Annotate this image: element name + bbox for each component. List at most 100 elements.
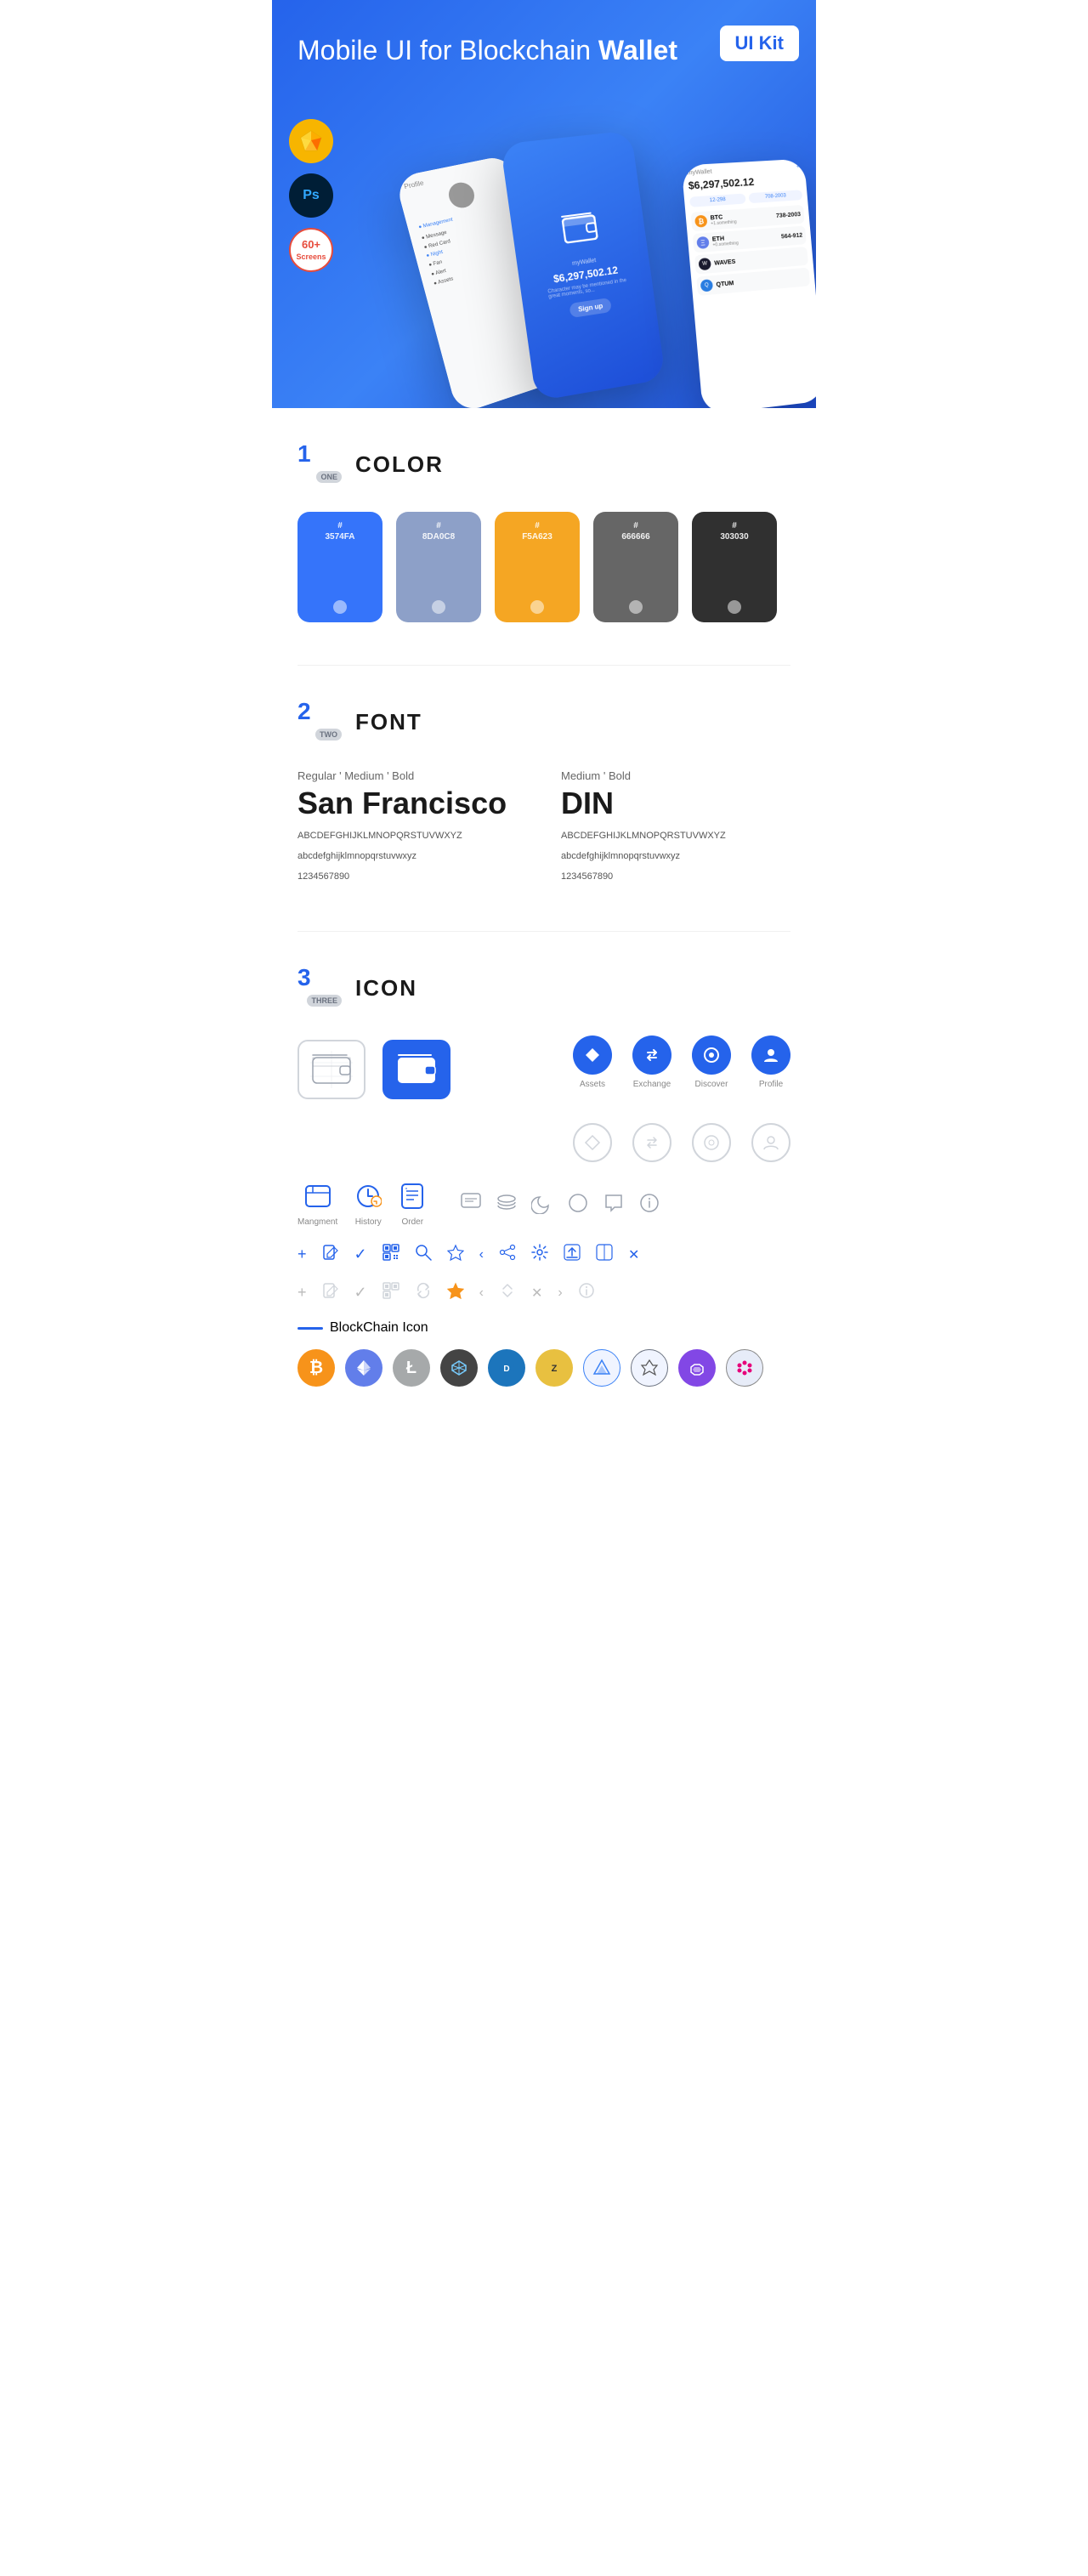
section-number-font: 2 TWO (298, 700, 342, 744)
wallet-icon-row: Assets Exchange Discover (298, 1036, 790, 1103)
assets-label: Assets (580, 1080, 605, 1089)
circle-icons-outline-row (298, 1123, 790, 1162)
info-icon-gray (578, 1282, 595, 1303)
share-icon (499, 1244, 516, 1265)
ps-badge: Ps (289, 173, 333, 218)
din-uppercase: ABCDEFGHIJKLMNOPQRSTUVWXYZ (561, 828, 790, 845)
management-icon (304, 1183, 332, 1214)
swatch-orange: #F5A623 (495, 512, 580, 622)
divider-2 (298, 931, 790, 932)
icon-section-title: ICON (355, 975, 417, 1001)
back-icon: ‹ (479, 1247, 484, 1262)
sf-lowercase: abcdefghijklmnopqrstuvwxyz (298, 848, 527, 865)
circle-icon (567, 1192, 589, 1218)
sf-font-name: San Francisco (298, 786, 527, 821)
blockchain-line (298, 1327, 323, 1330)
management-label: Mangment (298, 1217, 337, 1227)
order-icon (399, 1183, 426, 1214)
swatch-dark: #303030 (692, 512, 777, 622)
sketch-badge (289, 119, 333, 163)
polkadot-icon (726, 1349, 763, 1387)
hero-title-bold: Wallet (598, 35, 677, 65)
wallet-icon-filled (382, 1040, 450, 1099)
swatch-gray: #666666 (593, 512, 678, 622)
zcash-icon: Z (536, 1349, 573, 1387)
order-icon-item: Order (399, 1183, 426, 1227)
phone-mockups: Profile ● Management ● Message ● Red Car… (425, 136, 816, 408)
exchange-icon-outline-box (632, 1123, 672, 1162)
font-col-sf: Regular ' Medium ' Bold San Francisco AB… (298, 769, 527, 888)
profile-icon-outline-box (751, 1123, 790, 1162)
font-columns: Regular ' Medium ' Bold San Francisco AB… (298, 769, 790, 888)
nem-icon (440, 1349, 478, 1387)
star-icon (447, 1244, 464, 1265)
discover-icon (692, 1036, 731, 1075)
bitcoin-icon: ₿ (298, 1349, 335, 1387)
color-swatches: #3574FA #8DA0C8 #F5A623 #666666 #303030 (298, 512, 790, 622)
sf-style-label: Regular ' Medium ' Bold (298, 769, 527, 782)
split-icon (596, 1244, 613, 1265)
ethereum-icon (345, 1349, 382, 1387)
ark-icon (631, 1349, 668, 1387)
icon-section-header: 3 THREE ICON (298, 966, 790, 1010)
din-style-label: Medium ' Bold (561, 769, 790, 782)
misc-icons (460, 1192, 660, 1218)
section-number-icon: 3 THREE (298, 966, 342, 1010)
discover-icon-outline (692, 1123, 731, 1162)
svg-text:Z: Z (552, 1364, 558, 1374)
exchange-icon-outline (632, 1123, 672, 1162)
font-section-title: FONT (355, 709, 422, 735)
crypto-icons-row: ₿ Ł D (298, 1349, 790, 1387)
discover-label: Discover (695, 1080, 728, 1089)
swatch-gray-blue: #8DA0C8 (396, 512, 481, 622)
ui-kit-badge: UI Kit (720, 26, 799, 61)
hero-section: Mobile UI for Blockchain Wallet UI Kit P… (272, 0, 816, 408)
assets-icon-box: Assets (573, 1036, 612, 1089)
discover-icon-box: Discover (692, 1036, 731, 1089)
font-section-header: 2 TWO FONT (298, 700, 790, 744)
star-icon-gray (447, 1282, 464, 1303)
refresh-icon-gray (415, 1282, 432, 1303)
color-section-header: 1 ONE COLOR (298, 442, 790, 486)
wallet-icon-outline-box (298, 1040, 366, 1099)
swatch-blue: #3574FA (298, 512, 382, 622)
profile-label: Profile (759, 1080, 783, 1089)
section-number-color: 1 ONE (298, 442, 342, 486)
check-icon-gray: ✓ (354, 1284, 367, 1302)
history-icon-item: History (354, 1183, 382, 1227)
history-icon (354, 1183, 382, 1214)
blockchain-label: BlockChain Icon (298, 1320, 790, 1336)
qr-icon-gray (382, 1282, 400, 1303)
din-lowercase: abcdefghijklmnopqrstuvwxyz (561, 848, 790, 865)
svg-text:D: D (503, 1365, 509, 1374)
phone-right: myWallet + $6,297,502.12 12-298 708-2003… (682, 159, 816, 408)
exchange-icon (632, 1036, 672, 1075)
forward-icon-gray: › (558, 1285, 562, 1301)
din-font-name: DIN (561, 786, 790, 821)
assets-icon-outline-box (573, 1123, 612, 1162)
litecoin-icon: Ł (393, 1349, 430, 1387)
exchange-label: Exchange (633, 1080, 671, 1089)
font-col-din: Medium ' Bold DIN ABCDEFGHIJKLMNOPQRSTUV… (561, 769, 790, 888)
discover-icon-outline-box (692, 1123, 731, 1162)
circle-icons-filled: Assets Exchange Discover (573, 1036, 790, 1089)
hero-title-text: Mobile UI for Blockchain (298, 35, 598, 65)
chat-icon (460, 1192, 482, 1218)
assets-icon (573, 1036, 612, 1075)
profile-icon-outline (751, 1123, 790, 1162)
info-circle-icon (638, 1192, 660, 1218)
speech-icon (603, 1192, 625, 1218)
management-icon-item: Mangment (298, 1183, 337, 1227)
sf-uppercase: ABCDEFGHIJKLMNOPQRSTUVWXYZ (298, 828, 527, 845)
settings-icon (531, 1244, 548, 1265)
management-icon-row: Mangment History (298, 1183, 790, 1227)
hero-badges: Ps 60+Screens (289, 119, 333, 272)
action-icons-row1: + ✓ (298, 1244, 790, 1265)
polygon-icon (678, 1349, 716, 1387)
check-icon: ✓ (354, 1245, 367, 1263)
document-edit-icon (322, 1244, 339, 1265)
action-icons-row2: + ✓ (298, 1282, 790, 1303)
hero-title: Mobile UI for Blockchain Wallet (298, 34, 790, 66)
qr-icon (382, 1244, 400, 1265)
color-section-title: COLOR (355, 451, 444, 478)
